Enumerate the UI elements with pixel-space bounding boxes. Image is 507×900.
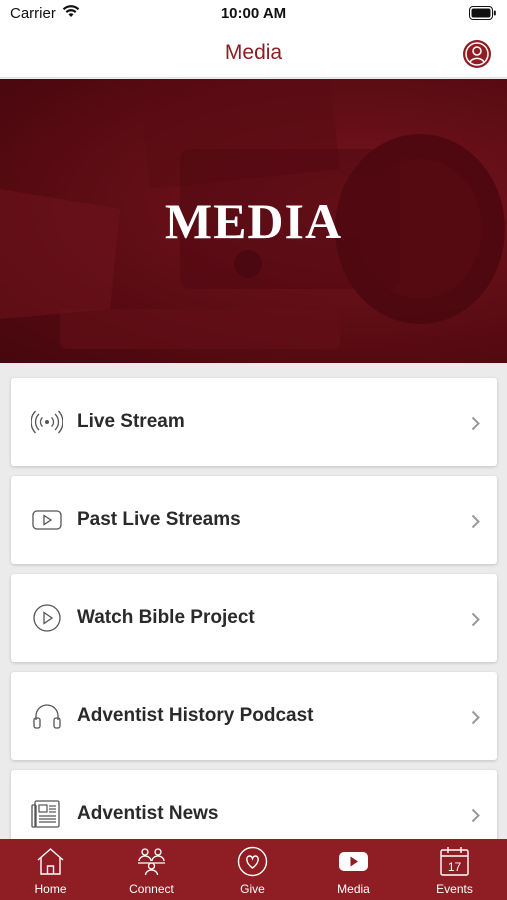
newspaper-icon bbox=[31, 800, 60, 828]
chevron-right-icon bbox=[471, 416, 480, 431]
menu-item-label: Past Live Streams bbox=[77, 509, 241, 530]
tab-home[interactable]: Home bbox=[0, 839, 101, 900]
tab-label: Give bbox=[240, 882, 265, 896]
menu-item-label: Watch Bible Project bbox=[77, 607, 255, 628]
chevron-right-icon bbox=[471, 710, 480, 725]
home-icon bbox=[37, 848, 64, 875]
page-title: Media bbox=[224, 41, 283, 64]
tab-label: Connect bbox=[129, 882, 174, 896]
play-circle-icon bbox=[33, 604, 61, 632]
menu-item-past-live-streams[interactable]: Past Live Streams bbox=[11, 476, 497, 564]
navigation-bar: Media bbox=[0, 30, 507, 78]
chevron-right-icon bbox=[471, 808, 480, 823]
tab-label: Home bbox=[34, 882, 67, 896]
tab-bar: Home Connect Give Media 17 Events bbox=[0, 839, 507, 900]
broadcast-icon bbox=[31, 410, 63, 434]
headphones-icon bbox=[33, 704, 61, 729]
chevron-right-icon bbox=[471, 612, 480, 627]
menu-item-label: Adventist History Podcast bbox=[77, 705, 314, 726]
profile-icon[interactable] bbox=[462, 39, 492, 69]
menu-item-watch-bible-project[interactable]: Watch Bible Project bbox=[11, 574, 497, 662]
tab-label: Events bbox=[436, 882, 473, 896]
video-icon bbox=[32, 510, 62, 530]
tab-connect[interactable]: Connect bbox=[101, 839, 202, 900]
youtube-icon bbox=[339, 852, 368, 871]
chevron-right-icon bbox=[471, 514, 480, 529]
menu-item-label: Adventist News bbox=[77, 803, 219, 824]
battery-icon bbox=[469, 6, 496, 20]
calendar-day: 17 bbox=[448, 860, 462, 874]
tab-label: Media bbox=[337, 882, 370, 896]
menu-item-live-stream[interactable]: Live Stream bbox=[11, 378, 497, 466]
people-icon bbox=[138, 848, 165, 876]
calendar-icon: 17 bbox=[440, 847, 469, 876]
status-bar: Carrier 10:00 AM bbox=[0, 0, 507, 30]
hero-banner: MEDIA bbox=[0, 79, 507, 363]
tab-give[interactable]: Give bbox=[202, 839, 303, 900]
menu-item-label: Live Stream bbox=[77, 411, 185, 432]
status-time: 10:00 AM bbox=[220, 5, 287, 22]
tab-events[interactable]: 17 Events bbox=[404, 839, 505, 900]
heart-icon bbox=[237, 846, 268, 877]
tab-media[interactable]: Media bbox=[303, 839, 404, 900]
menu-item-adventist-history-podcast[interactable]: Adventist History Podcast bbox=[11, 672, 497, 760]
hero-title: MEDIA bbox=[164, 193, 343, 249]
